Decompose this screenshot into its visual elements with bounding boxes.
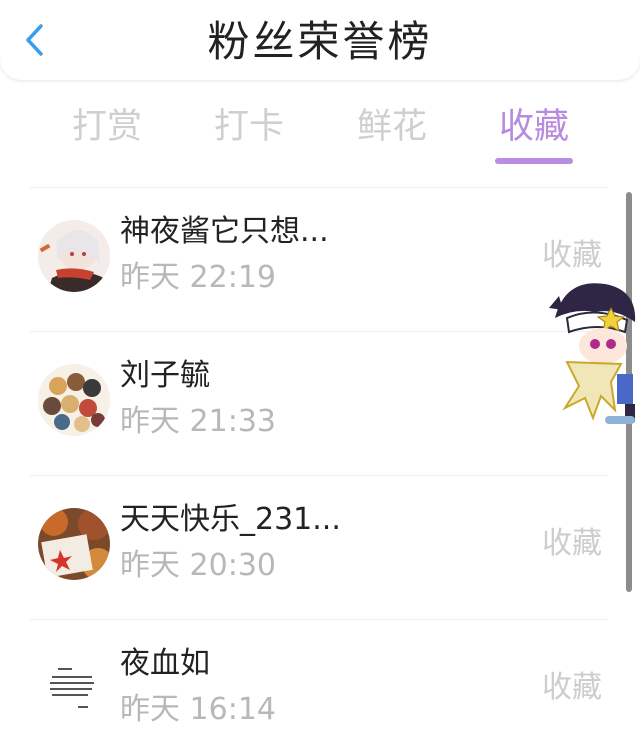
action-tag: 收藏	[542, 238, 602, 273]
anime-girl-avatar[interactable]	[38, 220, 110, 292]
timestamp: 昨天 16:14	[120, 692, 276, 727]
timestamp: 昨天 22:19	[120, 260, 276, 295]
action-tag: 收藏	[542, 526, 602, 561]
tab-checkin[interactable]: 打卡	[194, 96, 304, 166]
user-name: 神夜酱它只想...	[120, 214, 329, 249]
timestamp: 昨天 21:33	[120, 404, 276, 439]
list-item[interactable]: 天天快乐_231... 昨天 20:30 收藏	[0, 476, 640, 620]
page-title: 粉丝荣誉榜	[207, 17, 433, 66]
action-tag: 收藏	[542, 670, 602, 705]
handwriting-avatar[interactable]	[38, 652, 110, 724]
chibi-character-sticker[interactable]	[545, 278, 640, 428]
list-item[interactable]: 刘子毓 昨天 21:33 收藏	[0, 332, 640, 476]
list-item[interactable]: 神夜酱它只想... 昨天 22:19 收藏	[0, 188, 640, 332]
tab-reward[interactable]: 打赏	[52, 96, 162, 166]
page: 粉丝荣誉榜 打赏 打卡 鲜花 收藏 神夜酱它只想... 昨天 22:19 收藏 …	[0, 0, 640, 741]
user-name: 刘子毓	[120, 358, 210, 393]
maple-leaf-avatar[interactable]	[38, 508, 110, 580]
user-name: 天天快乐_231...	[120, 502, 341, 537]
active-tab-indicator	[495, 158, 573, 164]
tab-favorites[interactable]: 收藏	[479, 96, 589, 166]
list-item[interactable]: 夜血如 昨天 16:14 收藏	[0, 620, 640, 741]
group-cartoon-avatar[interactable]	[38, 364, 110, 436]
user-name: 夜血如	[120, 646, 210, 681]
tab-bar: 打赏 打卡 鲜花 收藏	[0, 96, 640, 166]
header-bar: 粉丝荣誉榜	[0, 0, 640, 80]
tab-flowers[interactable]: 鲜花	[337, 96, 447, 166]
timestamp: 昨天 20:30	[120, 548, 276, 583]
